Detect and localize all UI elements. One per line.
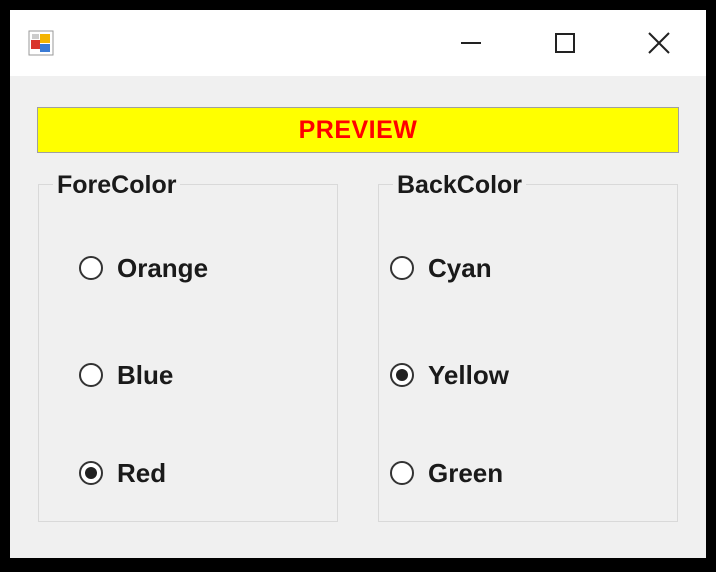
maximize-button[interactable] <box>530 18 600 68</box>
radio-label: Blue <box>117 360 174 390</box>
maximize-icon <box>555 33 575 53</box>
radio-button[interactable] <box>390 256 414 280</box>
radio-label: Yellow <box>428 360 509 390</box>
radio-label: Orange <box>117 253 209 283</box>
radio-button[interactable] <box>79 461 103 485</box>
title-bar[interactable] <box>10 10 706 76</box>
radio-button[interactable] <box>390 363 414 387</box>
forecolor-group: ForeColor Orange Blue Red <box>38 170 338 522</box>
radio-label: Green <box>428 458 504 488</box>
app-icon <box>28 30 54 56</box>
close-icon <box>648 32 670 54</box>
radio-label: Red <box>117 458 167 488</box>
radio-label: Cyan <box>428 253 492 283</box>
minimize-icon <box>461 42 481 44</box>
minimize-button[interactable] <box>436 18 506 68</box>
radio-red[interactable]: Red <box>79 458 166 488</box>
close-button[interactable] <box>624 18 694 68</box>
app-window: PREVIEW ForeColor Orange Blue Red BackCo… <box>10 10 706 558</box>
radio-green[interactable]: Green <box>390 458 503 488</box>
forecolor-group-title: ForeColor <box>53 170 181 200</box>
radio-orange[interactable]: Orange <box>79 253 208 283</box>
radio-button[interactable] <box>79 363 103 387</box>
radio-button[interactable] <box>390 461 414 485</box>
radio-cyan[interactable]: Cyan <box>390 253 492 283</box>
radio-button[interactable] <box>79 256 103 280</box>
backcolor-group: BackColor Cyan Yellow Green <box>378 170 678 522</box>
radio-yellow[interactable]: Yellow <box>390 360 509 390</box>
backcolor-group-title: BackColor <box>393 170 527 200</box>
radio-blue[interactable]: Blue <box>79 360 173 390</box>
preview-label: PREVIEW <box>37 107 679 153</box>
